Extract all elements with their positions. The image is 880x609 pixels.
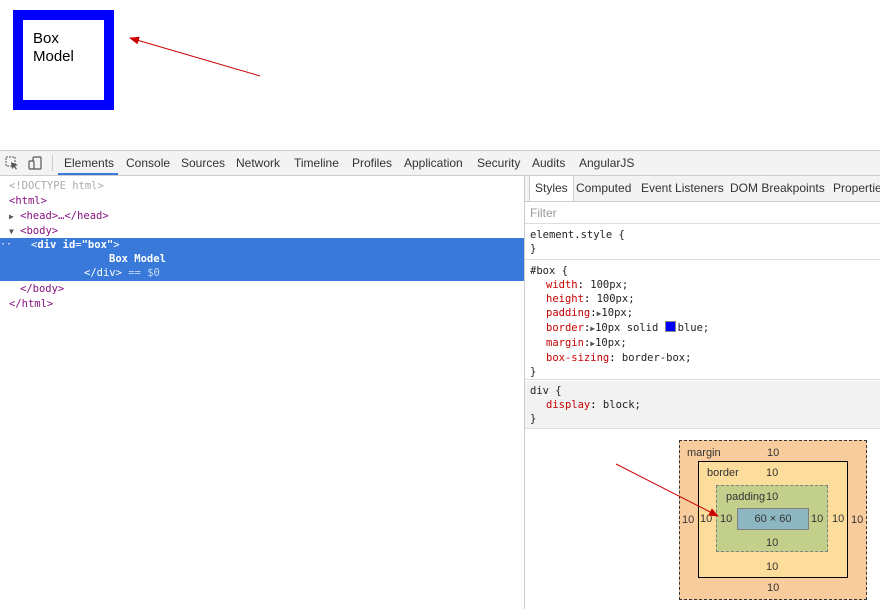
prop-value: 100px; bbox=[590, 279, 629, 291]
prop-width[interactable]: width: 100px; bbox=[530, 278, 880, 292]
devtools-panel: Elements Console Sources Network Timelin… bbox=[0, 150, 880, 609]
prop-value: 10px; bbox=[595, 337, 627, 349]
prop-value: border-box; bbox=[621, 352, 692, 364]
rule-div[interactable]: div { display: block; } bbox=[525, 381, 880, 429]
rule-selector: div { bbox=[530, 385, 562, 397]
styles-sidebar: Styles Computed Event Listeners DOM Brea… bbox=[524, 176, 880, 609]
color-swatch-icon[interactable] bbox=[664, 321, 676, 332]
styles-filter-input[interactable]: Filter bbox=[525, 202, 880, 224]
node-menu-icon[interactable]: ·· bbox=[0, 238, 12, 253]
demo-text-line2: Model bbox=[33, 48, 74, 65]
sidebar-tabs: Styles Computed Event Listeners DOM Brea… bbox=[525, 176, 880, 202]
rule-close: } bbox=[530, 413, 537, 425]
prop-display[interactable]: display: block; bbox=[530, 398, 880, 412]
dom-div-open: <div id="box"> bbox=[31, 239, 120, 251]
margin-bottom-value[interactable]: 10 bbox=[767, 582, 779, 594]
dom-head-label: <head>…</head> bbox=[20, 210, 109, 222]
tab-event-listeners[interactable]: Event Listeners bbox=[641, 176, 724, 201]
box-model-content[interactable]: 60 × 60 bbox=[737, 508, 809, 530]
rule-selector: #box { bbox=[530, 265, 568, 277]
dom-doctype[interactable]: <!DOCTYPE html> bbox=[9, 179, 104, 194]
prop-value: 10px; bbox=[601, 307, 634, 319]
dom-tree: <!DOCTYPE html> <html> ▶ <head>…</head> … bbox=[0, 176, 524, 609]
dom-head[interactable]: ▶ <head>…</head> bbox=[9, 209, 109, 224]
margin-left-value[interactable]: 10 bbox=[682, 514, 694, 526]
dom-div-attr-value: "box" bbox=[81, 239, 114, 251]
prop-value-color: blue; bbox=[677, 322, 710, 334]
prop-name: width bbox=[546, 279, 578, 291]
dom-html-open[interactable]: <html> bbox=[9, 194, 47, 209]
border-right-value[interactable]: 10 bbox=[832, 513, 844, 525]
dom-div-close-row: </div> == $0 bbox=[84, 266, 160, 281]
inspect-element-icon[interactable] bbox=[5, 156, 19, 170]
dom-div-text: Box Model bbox=[109, 253, 166, 265]
padding-label: padding bbox=[726, 491, 766, 503]
rule-selector: element.style { bbox=[530, 229, 625, 241]
border-top-value[interactable]: 10 bbox=[766, 467, 778, 479]
prop-name: margin bbox=[546, 337, 584, 349]
padding-top-value[interactable]: 10 bbox=[766, 491, 778, 503]
arrow-to-demo-box bbox=[129, 36, 261, 77]
prop-name: display bbox=[546, 399, 591, 411]
dom-body-label: <body> bbox=[20, 225, 59, 237]
devtools-toolbar: Elements Console Sources Network Timelin… bbox=[0, 151, 880, 176]
tab-properties[interactable]: Properties bbox=[833, 176, 880, 201]
prop-name: box-sizing bbox=[546, 352, 610, 364]
rule-close: } bbox=[530, 366, 537, 378]
border-label: border bbox=[707, 467, 739, 479]
box-model-demo: Box Model bbox=[13, 10, 114, 110]
prop-value: 10px solid bbox=[595, 322, 659, 334]
tab-sources[interactable]: Sources bbox=[181, 151, 225, 175]
dom-selected-node[interactable]: ·· <div id="box"> Box Model </div> == $0 bbox=[0, 238, 524, 281]
device-mode-icon[interactable] bbox=[28, 156, 42, 170]
tab-network[interactable]: Network bbox=[236, 151, 280, 175]
prop-box-sizing[interactable]: box-sizing: border-box; bbox=[530, 351, 880, 365]
box-model-diagram: margin 10 10 10 10 border 10 10 10 10 pa… bbox=[679, 440, 867, 600]
prop-margin[interactable]: margin:▶10px; bbox=[530, 336, 880, 351]
tab-computed[interactable]: Computed bbox=[576, 176, 631, 201]
dom-dollar-zero: == $0 bbox=[128, 267, 160, 279]
tab-timeline[interactable]: Timeline bbox=[294, 151, 339, 175]
dom-body-open[interactable]: ▼ <body> bbox=[9, 224, 58, 239]
rule-box[interactable]: #box { width: 100px; height: 100px; padd… bbox=[525, 262, 880, 380]
prop-border[interactable]: border:▶10px solid blue; bbox=[530, 321, 880, 336]
tab-profiles[interactable]: Profiles bbox=[352, 151, 392, 175]
collapse-triangle-icon[interactable]: ▼ bbox=[9, 227, 14, 236]
tab-application[interactable]: Application bbox=[404, 151, 463, 175]
expand-triangle-icon[interactable]: ▶ bbox=[9, 212, 14, 221]
tab-styles[interactable]: Styles bbox=[529, 176, 574, 201]
margin-label: margin bbox=[687, 447, 721, 459]
prop-name: height bbox=[546, 293, 584, 305]
prop-name: padding bbox=[546, 307, 591, 319]
demo-text-line1: Box bbox=[33, 30, 59, 47]
tab-elements[interactable]: Elements bbox=[64, 151, 114, 175]
rule-close: } bbox=[530, 243, 537, 255]
tab-console[interactable]: Console bbox=[126, 151, 170, 175]
border-left-value[interactable]: 10 bbox=[700, 513, 712, 525]
rule-element-style[interactable]: element.style { } bbox=[525, 226, 880, 260]
dom-body-close[interactable]: </body> bbox=[20, 282, 64, 297]
prop-value: block; bbox=[602, 399, 641, 411]
margin-right-value[interactable]: 10 bbox=[851, 514, 863, 526]
prop-name: border bbox=[546, 322, 584, 334]
dom-div-attr-name: id bbox=[62, 239, 76, 251]
prop-padding[interactable]: padding:▶10px; bbox=[530, 306, 880, 321]
tab-angularjs[interactable]: AngularJS bbox=[579, 151, 634, 175]
prop-height[interactable]: height: 100px; bbox=[530, 292, 880, 306]
padding-right-value[interactable]: 10 bbox=[811, 513, 823, 525]
active-tab-indicator bbox=[58, 173, 118, 175]
prop-value: 100px; bbox=[596, 293, 635, 305]
dom-div-tag: div bbox=[37, 239, 57, 251]
margin-top-value[interactable]: 10 bbox=[767, 447, 779, 459]
tab-audits[interactable]: Audits bbox=[532, 151, 565, 175]
padding-bottom-value[interactable]: 10 bbox=[766, 537, 778, 549]
dom-html-close[interactable]: </html> bbox=[9, 297, 53, 312]
border-bottom-value[interactable]: 10 bbox=[766, 561, 778, 573]
dom-div-close: </div> bbox=[84, 267, 122, 279]
tab-security[interactable]: Security bbox=[477, 151, 520, 175]
padding-left-value[interactable]: 10 bbox=[720, 513, 732, 525]
tab-dom-breakpoints[interactable]: DOM Breakpoints bbox=[730, 176, 825, 201]
toolbar-separator bbox=[52, 155, 53, 171]
